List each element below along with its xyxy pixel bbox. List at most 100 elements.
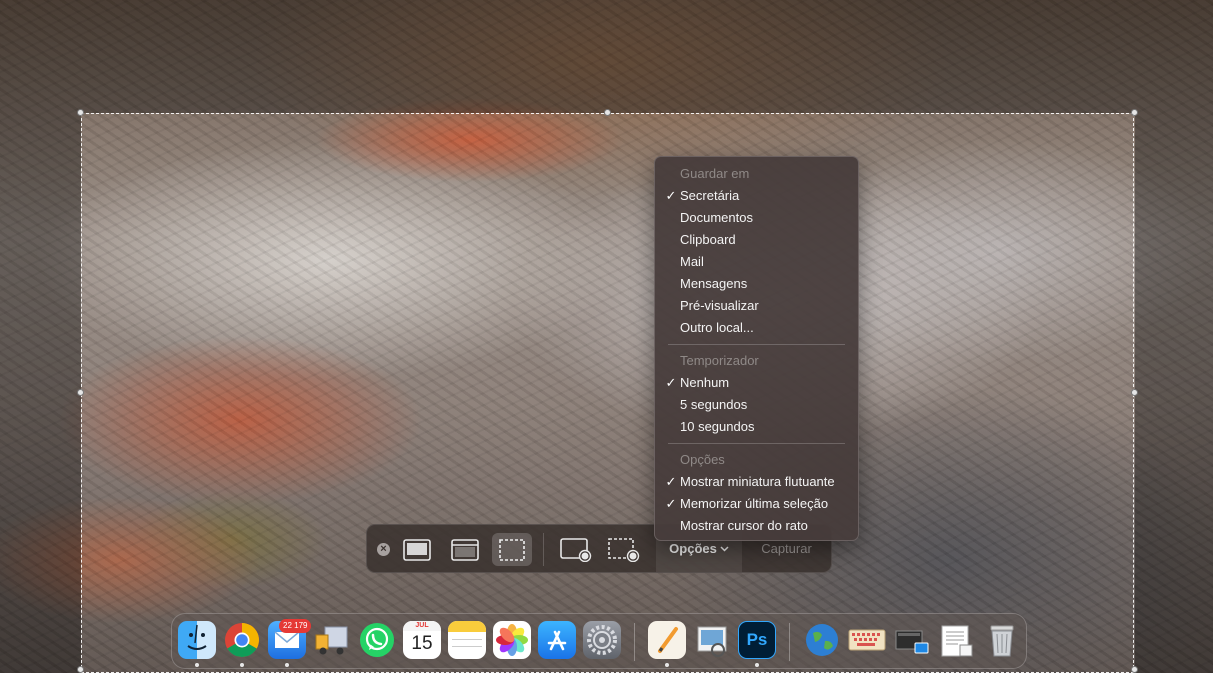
menu-item-label: Mostrar cursor do rato: [680, 518, 808, 533]
capture-label: Capturar: [761, 541, 812, 556]
menu-item-pre-visualizar[interactable]: Pré-visualizar: [655, 295, 858, 317]
trash-can-icon: [990, 625, 1014, 657]
menu-header-timer: Temporizador: [655, 350, 858, 372]
resize-handle-top[interactable]: [604, 109, 611, 116]
photos-flower-icon: [496, 624, 528, 656]
whatsapp-icon[interactable]: [358, 621, 396, 659]
menu-item-secretaria[interactable]: ✓ Secretária: [655, 185, 858, 207]
options-menu: Guardar em ✓ Secretária Documentos Clipb…: [654, 156, 859, 541]
notes-line: [452, 646, 482, 647]
capture-selection-button[interactable]: [492, 533, 532, 566]
resize-handle-bottom-right[interactable]: [1131, 666, 1138, 673]
menu-item-label: 10 segundos: [680, 419, 755, 434]
menu-item-label: 5 segundos: [680, 397, 748, 412]
pen-icon: [658, 627, 678, 653]
preview-photos-icon: [697, 626, 727, 657]
record-screen-button[interactable]: [556, 533, 596, 566]
keyboard-icon: [848, 629, 886, 651]
toolbar-separator: [543, 533, 544, 566]
monitor-icon: [895, 630, 929, 654]
record-selection-button[interactable]: [604, 533, 644, 566]
capture-entire-screen-icon: [403, 538, 431, 561]
gear-icon: [587, 625, 617, 655]
resize-handle-top-right[interactable]: [1131, 109, 1138, 116]
menu-item-clipboard[interactable]: Clipboard: [655, 229, 858, 251]
dim-overlay-right: [1135, 113, 1213, 673]
resize-handle-right[interactable]: [1131, 389, 1138, 396]
menu-item-outro-local[interactable]: Outro local...: [655, 317, 858, 339]
running-indicator: [285, 663, 289, 667]
photoshop-icon[interactable]: Ps: [738, 621, 776, 659]
finder-face-icon: [187, 624, 207, 650]
screens-folder-icon[interactable]: [893, 621, 931, 659]
mail-unread-badge: 22 179: [279, 619, 312, 633]
checkmark-icon: ✓: [665, 188, 677, 203]
pages-icon[interactable]: [648, 621, 686, 659]
calendar-month: JUL: [403, 621, 441, 631]
menu-item-label: Outro local...: [680, 320, 754, 335]
menu-item-nenhum[interactable]: ✓ Nenhum: [655, 372, 858, 394]
capture-window-button[interactable]: [445, 533, 485, 566]
dock-separator: [789, 623, 790, 661]
checkmark-icon: ✓: [665, 375, 677, 390]
capture-selection-icon: [499, 538, 525, 561]
record-selection-icon: [608, 537, 640, 562]
chrome-logo-icon: [225, 623, 259, 657]
menu-item-label: Mostrar miniatura flutuante: [680, 474, 835, 489]
menu-item-mensagens[interactable]: Mensagens: [655, 273, 858, 295]
menu-item-10-segundos[interactable]: 10 segundos: [655, 416, 858, 438]
whatsapp-logo-icon: [360, 623, 394, 657]
menu-item-floating-thumbnail[interactable]: ✓ Mostrar miniatura flutuante: [655, 471, 858, 493]
menu-separator: [668, 344, 845, 345]
running-indicator: [195, 663, 199, 667]
menu-item-documentos[interactable]: Documentos: [655, 207, 858, 229]
chevron-down-icon: [720, 545, 729, 552]
selection-rectangle[interactable]: [81, 113, 1134, 673]
calendar-icon[interactable]: JUL 15: [403, 621, 441, 659]
dock-separator: [634, 623, 635, 661]
menu-item-mail[interactable]: Mail: [655, 251, 858, 273]
checkmark-icon: ✓: [665, 496, 677, 511]
menu-header-label: Temporizador: [680, 353, 759, 368]
menu-item-label: Secretária: [680, 188, 740, 203]
transmit-truck-icon[interactable]: [313, 621, 351, 659]
menu-item-label: Memorizar última seleção: [680, 496, 829, 511]
dim-overlay-top: [0, 0, 1213, 113]
photos-icon[interactable]: [493, 621, 531, 659]
app-store-icon[interactable]: [538, 621, 576, 659]
menu-item-label: Nenhum: [680, 375, 730, 390]
menu-item-5-segundos[interactable]: 5 segundos: [655, 394, 858, 416]
close-icon[interactable]: ×: [377, 543, 390, 556]
system-settings-icon[interactable]: [583, 621, 621, 659]
options-label: Opções: [669, 541, 717, 556]
menu-item-label: Clipboard: [680, 232, 736, 247]
chrome-icon[interactable]: [223, 621, 261, 659]
menu-item-show-cursor[interactable]: Mostrar cursor do rato: [655, 515, 858, 537]
resize-handle-top-left[interactable]: [77, 109, 84, 116]
capture-window-icon: [451, 538, 479, 561]
menu-item-label: Mail: [680, 254, 704, 269]
resize-handle-left[interactable]: [77, 389, 84, 396]
menu-separator: [668, 443, 845, 444]
notes-icon[interactable]: [448, 621, 486, 659]
resize-handle-bottom-left[interactable]: [77, 666, 84, 673]
notes-line: [452, 639, 482, 640]
finder-icon[interactable]: [178, 621, 216, 659]
menu-header-save-to: Guardar em: [655, 163, 858, 185]
keyboard-folder-icon[interactable]: [848, 621, 886, 659]
globe-icon: [806, 624, 838, 656]
menu-item-label: Documentos: [680, 210, 753, 225]
capture-entire-screen-button[interactable]: [397, 533, 437, 566]
running-indicator: [665, 663, 669, 667]
menu-item-label: Mensagens: [680, 276, 748, 291]
menu-item-remember-selection[interactable]: ✓ Memorizar última seleção: [655, 493, 858, 515]
documents-stack-icon[interactable]: [938, 621, 976, 659]
preview-icon[interactable]: [693, 621, 731, 659]
app-store-a-icon: [547, 630, 567, 651]
dim-overlay-left: [0, 113, 81, 673]
menu-header-options: Opções: [655, 449, 858, 471]
menu-header-label: Opções: [680, 452, 725, 467]
trash-icon[interactable]: [983, 621, 1021, 659]
notes-header: [448, 621, 486, 632]
globe-folder-icon[interactable]: [803, 621, 841, 659]
